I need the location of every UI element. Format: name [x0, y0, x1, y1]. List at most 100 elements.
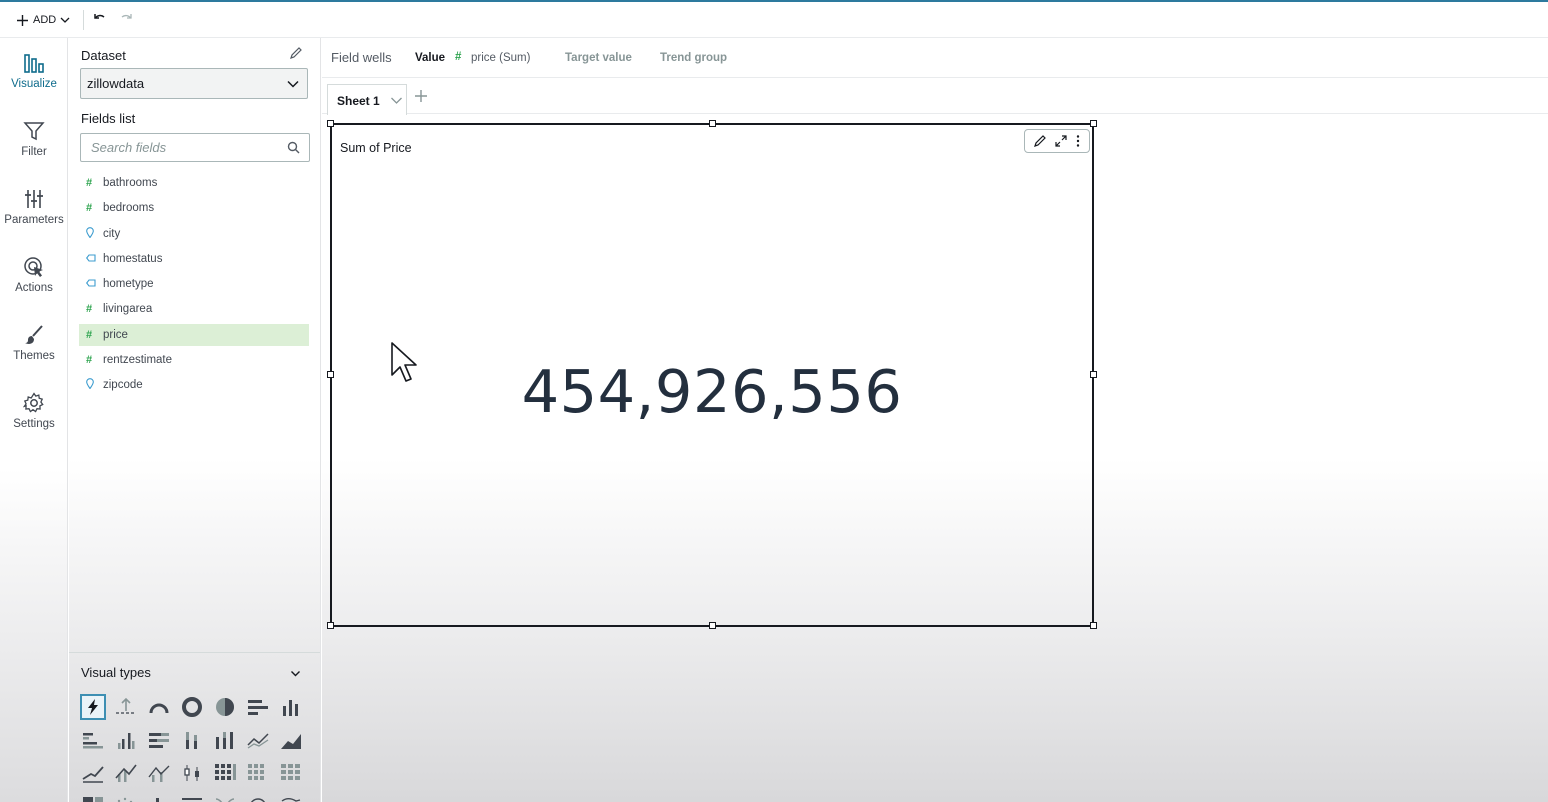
number-field-icon: # [86, 354, 93, 366]
resize-handle[interactable] [327, 622, 334, 629]
visual-type-button[interactable] [278, 760, 304, 786]
field-item-hometype[interactable]: hometype [79, 273, 309, 295]
dataset-dropdown[interactable]: zillowdata [80, 68, 308, 99]
target-value-well[interactable]: Target value [565, 52, 632, 64]
visual-type-button[interactable] [146, 694, 172, 720]
fields-list-label: Fields list [81, 111, 136, 126]
table-icon [281, 764, 300, 780]
undo-icon[interactable] [92, 12, 107, 25]
area-chart-icon [281, 734, 301, 749]
chevron-down-icon[interactable] [290, 668, 301, 679]
visual-type-button[interactable] [278, 694, 304, 720]
kpi-visual[interactable]: Sum of Price 454,926,556 [327, 120, 1097, 629]
more-options-icon[interactable] [1075, 134, 1081, 148]
add-sheet-plus-icon[interactable] [414, 89, 428, 103]
rail-item-actions[interactable]: Actions [0, 256, 68, 294]
trend-group-well[interactable]: Trend group [660, 52, 727, 64]
visual-type-button[interactable] [113, 727, 139, 753]
filter-icon [23, 122, 45, 141]
field-name: rentzestimate [103, 354, 173, 366]
left-navigation-rail: Visualize Filter Parameters Actions Them… [0, 38, 68, 802]
funnel-icon [182, 798, 202, 800]
visual-type-button[interactable] [179, 793, 205, 802]
visual-type-button[interactable] [212, 694, 238, 720]
field-item-livingarea[interactable]: # livingarea [79, 298, 309, 320]
actions-cursor-icon [24, 257, 43, 277]
field-wells-label[interactable]: Field wells [331, 50, 392, 65]
rail-item-settings[interactable]: Settings [0, 392, 68, 430]
kpi-visual-type-button[interactable] [80, 694, 106, 720]
field-item-zipcode[interactable]: zipcode [79, 374, 309, 396]
resize-handle[interactable] [1090, 371, 1097, 378]
visual-type-button[interactable] [146, 760, 172, 786]
visual-type-button[interactable] [278, 727, 304, 753]
rail-label: Visualize [11, 78, 57, 90]
visual-type-button[interactable] [212, 793, 238, 802]
mouse-pointer-icon [391, 342, 417, 382]
visual-type-button[interactable] [146, 793, 172, 802]
sankey-icon [215, 798, 235, 802]
number-field-icon: # [455, 51, 462, 63]
resize-handle[interactable] [1090, 622, 1097, 629]
visual-type-button[interactable] [245, 694, 271, 720]
visual-type-button[interactable] [245, 760, 271, 786]
tree-map-icon [248, 764, 264, 780]
geo-pin-icon [86, 378, 103, 392]
visual-type-button[interactable] [80, 760, 106, 786]
number-field-icon: # [86, 202, 93, 214]
rail-item-filter[interactable]: Filter [0, 120, 68, 158]
number-field-icon: # [86, 303, 93, 315]
field-item-rentzestimate[interactable]: # rentzestimate [79, 349, 309, 371]
data-panel: Dataset zillowdata Fields list # bathroo… [69, 38, 321, 802]
visual-type-button[interactable] [278, 793, 304, 802]
rail-label: Filter [21, 146, 47, 158]
visual-type-button[interactable] [179, 694, 205, 720]
resize-handle[interactable] [327, 120, 334, 127]
line-trend-icon [82, 766, 104, 783]
rail-item-visualize[interactable]: Visualize [0, 52, 68, 90]
value-well-label: Value [415, 52, 446, 64]
visual-type-button[interactable] [113, 694, 139, 720]
field-item-homestatus[interactable]: homestatus [79, 248, 309, 270]
pie-icon [216, 698, 234, 716]
combo-line-icon [115, 764, 137, 782]
resize-handle[interactable] [709, 120, 716, 127]
resize-handle[interactable] [709, 622, 716, 629]
expand-icon[interactable] [1054, 134, 1068, 148]
dataset-selected-value: zillowdata [87, 76, 145, 91]
visual-type-button[interactable] [179, 760, 205, 786]
field-name: price [103, 329, 128, 341]
redo-icon[interactable] [119, 12, 134, 25]
visual-type-button[interactable] [80, 793, 106, 802]
add-button[interactable]: ADD [16, 10, 70, 30]
geo-pin-icon [86, 227, 103, 241]
value-well-field[interactable]: price (Sum) [471, 52, 530, 64]
rail-item-parameters[interactable]: Parameters [0, 188, 68, 226]
tab-sheet-1[interactable]: Sheet 1 [327, 84, 407, 115]
field-item-price[interactable]: # price [79, 324, 309, 346]
visual-type-button[interactable] [146, 727, 172, 753]
field-item-bedrooms[interactable]: # bedrooms [79, 197, 309, 219]
visual-type-button[interactable] [80, 727, 106, 753]
field-item-bathrooms[interactable]: # bathrooms [79, 172, 309, 194]
donut-icon [182, 697, 202, 717]
resize-handle[interactable] [1090, 120, 1097, 127]
visual-type-button[interactable] [179, 727, 205, 753]
resize-handle[interactable] [327, 371, 334, 378]
visual-type-button[interactable] [212, 760, 238, 786]
field-item-city[interactable]: city [79, 223, 309, 245]
visual-type-button[interactable] [245, 793, 271, 802]
chevron-down-icon[interactable] [390, 94, 403, 107]
visual-type-button[interactable] [212, 727, 238, 753]
kpi-icon [88, 699, 98, 715]
visual-types-label: Visual types [81, 665, 151, 680]
visual-type-button[interactable] [245, 727, 271, 753]
search-fields-input[interactable] [91, 140, 271, 155]
edit-dataset-pencil-icon[interactable] [289, 46, 303, 60]
rail-item-themes[interactable]: Themes [0, 324, 68, 362]
visual-type-button[interactable] [113, 793, 139, 802]
pencil-icon[interactable] [1033, 134, 1047, 148]
scatter-plot-icon [117, 797, 133, 802]
rail-label: Themes [13, 350, 55, 362]
visual-type-button[interactable] [113, 760, 139, 786]
